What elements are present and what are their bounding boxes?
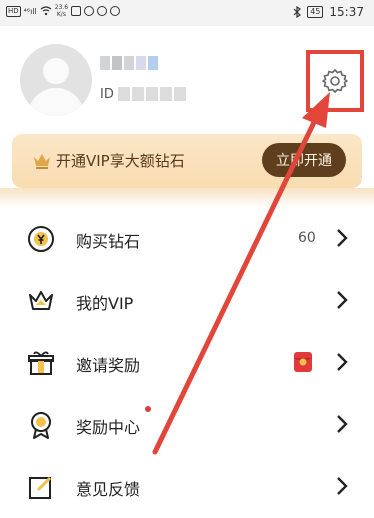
- bluetooth-icon: [293, 6, 302, 18]
- status-right: 45 15:37: [293, 5, 364, 19]
- crown-icon: [34, 154, 50, 169]
- profile-header: ID: [0, 26, 374, 126]
- crown-icon: [29, 291, 53, 310]
- medal-icon: [31, 412, 51, 439]
- notification-dot: [145, 406, 151, 412]
- app-notification-icon: [71, 6, 82, 16]
- wifi-icon: [40, 6, 52, 16]
- menu-item-label: 购买钻石: [76, 232, 141, 251]
- avatar-head: [43, 58, 69, 84]
- settings-button[interactable]: [306, 50, 364, 112]
- menu-item-feedback[interactable]: 意见反馈: [0, 456, 374, 518]
- chevron-right-icon: [337, 353, 348, 371]
- hd-badge: HD: [6, 5, 21, 17]
- menu-item-buy-diamonds[interactable]: 购买钻石 60: [0, 208, 374, 270]
- banner-shadow: [0, 188, 374, 208]
- vip-banner-text: 开通VIP享大额钻石: [56, 152, 185, 170]
- signal-icon: ⁴⁶ıll: [23, 6, 37, 16]
- red-packet-icon: [294, 352, 312, 372]
- gift-icon: [28, 351, 54, 375]
- avatar[interactable]: [20, 44, 92, 116]
- clock: 15:37: [329, 5, 364, 19]
- menu-item-label: 邀请奖励: [76, 356, 141, 375]
- app-notification-icon: [97, 6, 108, 16]
- chevron-right-icon: [337, 415, 348, 433]
- menu-item-label: 奖励中心: [76, 418, 141, 437]
- yen-coin-icon: [28, 226, 54, 252]
- battery-icon: 45: [307, 6, 324, 18]
- app-notification-icon: [84, 6, 95, 16]
- gear-icon: [322, 69, 348, 93]
- app-notification-icon: [110, 6, 121, 16]
- vip-banner[interactable]: 开通VIP享大额钻石 立即开通: [12, 134, 362, 188]
- open-vip-button[interactable]: 立即开通: [262, 143, 346, 177]
- menu-item-my-vip[interactable]: 我的VIP: [0, 270, 374, 332]
- menu-item-label: 我的VIP: [76, 294, 134, 313]
- menu-item-reward-center[interactable]: 奖励中心: [0, 394, 374, 456]
- chevron-right-icon: [337, 229, 348, 247]
- user-id-redacted: [118, 87, 188, 101]
- avatar-shoulders: [28, 88, 84, 116]
- chevron-right-icon: [337, 291, 348, 309]
- status-bar: HD ⁴⁶ıll 23.6 K/s 45 15:37: [0, 0, 374, 26]
- diamond-count: 60: [298, 230, 316, 246]
- menu-item-label: 意见反馈: [76, 480, 141, 499]
- chevron-right-icon: [337, 477, 348, 495]
- user-id-label: ID: [100, 87, 114, 102]
- status-left: HD ⁴⁶ıll 23.6 K/s: [6, 4, 121, 18]
- network-speed: 23.6 K/s: [54, 4, 69, 18]
- edit-icon: [29, 476, 52, 499]
- menu-item-invite-rewards[interactable]: 邀请奖励: [0, 332, 374, 394]
- username-redacted: [100, 56, 164, 70]
